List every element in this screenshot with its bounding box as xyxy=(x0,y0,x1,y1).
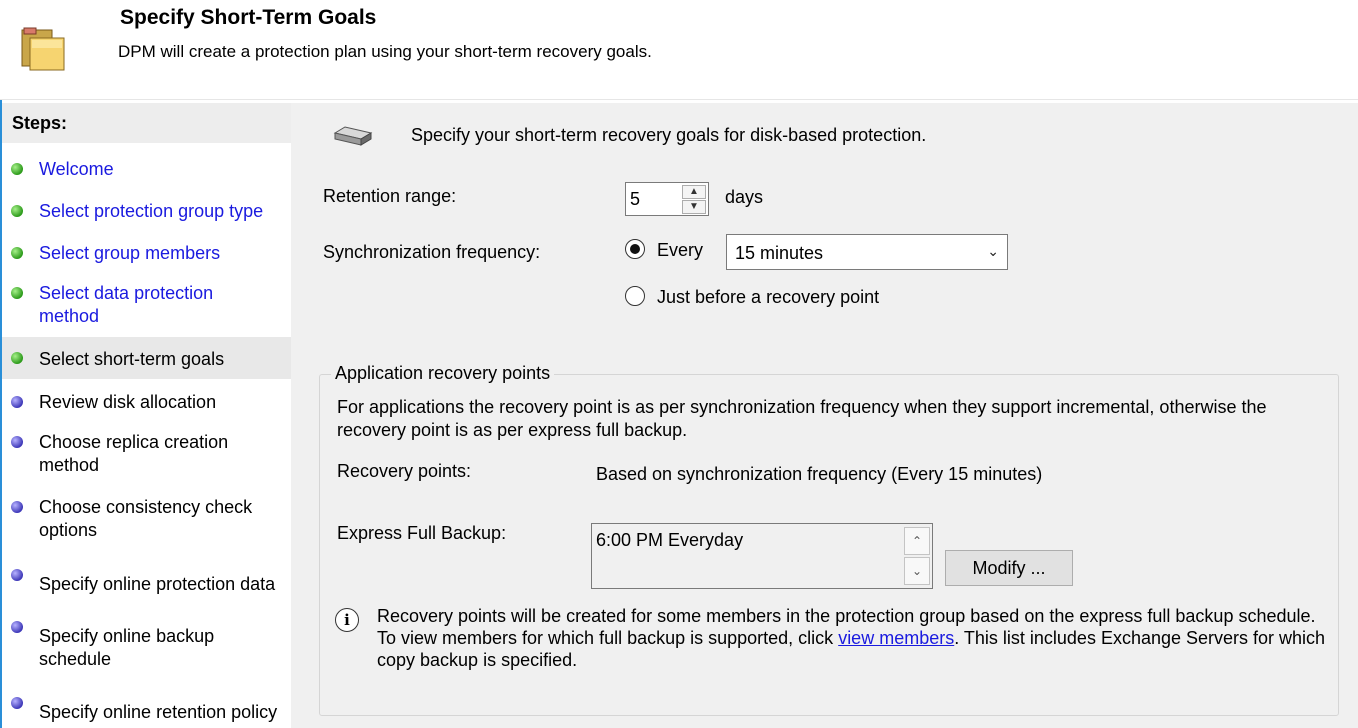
sync-interval-value: 15 minutes xyxy=(735,243,824,263)
step-label: Welcome xyxy=(39,159,114,179)
step-complete-icon xyxy=(11,205,23,217)
step-label: Choose consistency check options xyxy=(39,497,253,540)
retention-range-label: Retention range: xyxy=(323,186,457,206)
step-label: Select protection group type xyxy=(39,201,264,221)
step-label: Specify online backup schedule xyxy=(39,626,215,669)
retention-range-spinner[interactable]: 5 ▲ ▼ xyxy=(625,182,709,216)
step-label: Select group members xyxy=(39,243,221,263)
step-label: Select short-term goals xyxy=(39,349,225,369)
step-select-short-term-goals[interactable]: Select short-term goals xyxy=(2,337,291,379)
express-full-backup-list[interactable]: 6:00 PM Everyday ⌃ ⌄ xyxy=(591,523,933,589)
wizard-header: Specify Short-Term Goals DPM will create… xyxy=(0,0,1358,100)
spin-down-icon[interactable]: ▼ xyxy=(682,200,706,214)
step-choose-replica-creation-method: Choose replica creation method xyxy=(2,431,291,477)
step-select-data-protection-method[interactable]: Select data protection method xyxy=(2,282,291,328)
steps-heading: Steps: xyxy=(2,103,291,143)
step-complete-icon xyxy=(11,287,23,299)
step-review-disk-allocation: Review disk allocation xyxy=(2,391,291,415)
main-content: Specify your short-term recovery goals f… xyxy=(291,103,1358,728)
hard-disk-icon xyxy=(333,126,373,146)
step-welcome[interactable]: Welcome xyxy=(2,158,291,182)
view-members-link[interactable]: view members xyxy=(838,628,954,648)
scroll-down-icon[interactable]: ⌄ xyxy=(904,557,930,585)
step-specify-online-backup-schedule: Specify online backup schedule xyxy=(2,621,291,669)
step-label: Specify online protection data xyxy=(39,574,276,594)
step-complete-icon xyxy=(11,352,23,364)
recovery-points-label: Recovery points: xyxy=(337,461,472,481)
sync-frequency-label: Synchronization frequency: xyxy=(323,242,541,262)
retention-range-value[interactable]: 5 xyxy=(630,189,640,210)
sync-every-radio[interactable] xyxy=(625,239,645,259)
recovery-points-value: Based on synchronization frequency (Ever… xyxy=(596,464,1043,484)
step-label: Choose replica creation method xyxy=(39,432,229,475)
step-pending-icon xyxy=(11,621,23,633)
step-specify-online-protection-data: Specify online protection data xyxy=(2,569,291,594)
intro-text: Specify your short-term recovery goals f… xyxy=(411,125,927,145)
sync-before-recovery-label[interactable]: Just before a recovery point xyxy=(657,287,879,308)
step-pending-icon xyxy=(11,501,23,513)
step-pending-icon xyxy=(11,569,23,581)
modify-button[interactable]: Modify ... xyxy=(945,550,1073,586)
step-select-protection-group-type[interactable]: Select protection group type xyxy=(2,200,291,224)
express-full-backup-label: Express Full Backup: xyxy=(337,523,507,543)
spin-up-icon[interactable]: ▲ xyxy=(682,185,706,199)
step-label: Review disk allocation xyxy=(39,392,217,412)
step-specify-online-retention-policy: Specify online retention policy xyxy=(2,697,291,725)
page-title: Specify Short-Term Goals xyxy=(120,6,377,29)
step-pending-icon xyxy=(11,697,23,709)
sync-every-label[interactable]: Every xyxy=(657,240,703,261)
retention-unit: days xyxy=(725,187,764,207)
page-description: DPM will create a protection plan using … xyxy=(118,42,652,61)
step-pending-icon xyxy=(11,396,23,408)
step-label: Select data protection method xyxy=(39,283,214,326)
steps-sidebar: Steps: Welcome Select protection group t… xyxy=(2,103,291,728)
sync-before-recovery-radio[interactable] xyxy=(625,286,645,306)
application-recovery-description: For applications the recovery point is a… xyxy=(337,397,1267,440)
step-select-group-members[interactable]: Select group members xyxy=(2,242,291,266)
scroll-up-icon[interactable]: ⌃ xyxy=(904,527,930,555)
step-complete-icon xyxy=(11,163,23,175)
chevron-down-icon[interactable]: ⌄ xyxy=(987,243,999,260)
step-choose-consistency-check-options: Choose consistency check options xyxy=(2,496,291,542)
step-complete-icon xyxy=(11,247,23,259)
sync-interval-dropdown[interactable]: 15 minutes ⌄ xyxy=(726,234,1008,270)
step-pending-icon xyxy=(11,436,23,448)
info-icon: i xyxy=(335,608,359,632)
application-recovery-title: Application recovery points xyxy=(331,363,555,384)
step-label: Specify online retention policy xyxy=(39,702,278,722)
info-message: Recovery points will be created for some… xyxy=(377,605,1327,671)
folder-icon xyxy=(21,27,65,71)
express-full-backup-value: 6:00 PM Everyday xyxy=(596,530,744,550)
